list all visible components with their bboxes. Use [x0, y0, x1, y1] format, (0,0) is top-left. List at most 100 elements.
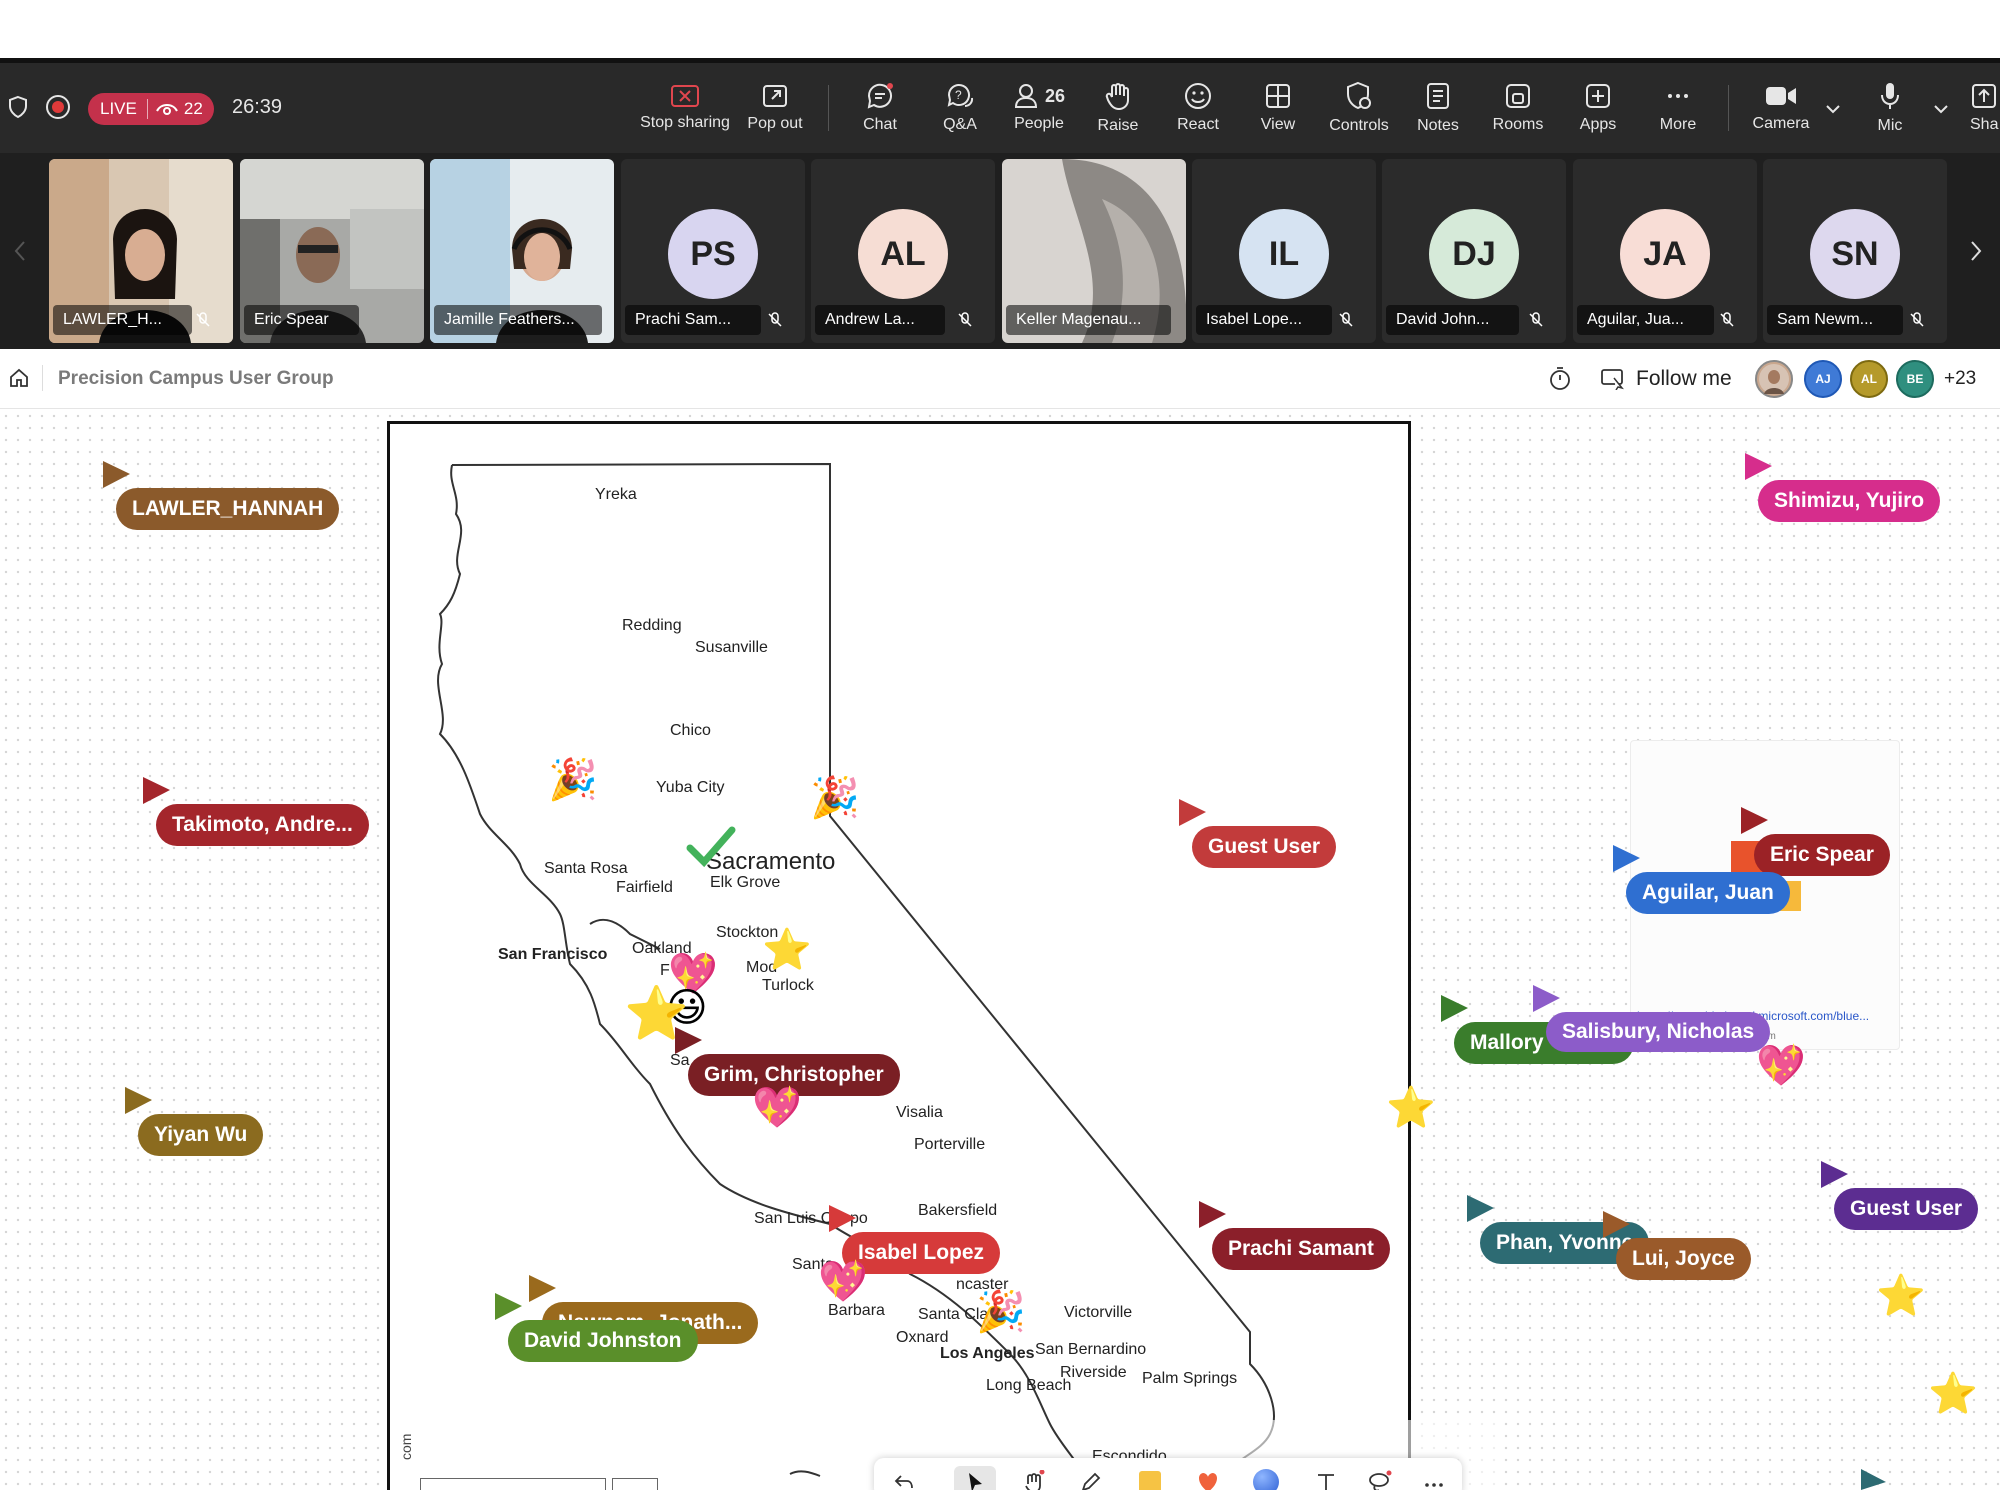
cursor-arrow-icon — [1861, 1469, 1886, 1490]
avatar[interactable]: AL — [1850, 360, 1888, 398]
pen-icon — [1082, 1472, 1101, 1490]
participant-tile[interactable]: DJ David John... — [1382, 159, 1566, 343]
apps-button[interactable]: Apps — [1568, 63, 1628, 153]
apps-label: Apps — [1579, 116, 1617, 133]
reactions-button[interactable] — [1192, 1466, 1224, 1490]
cursor-name: Prachi Samant — [1212, 1228, 1390, 1270]
live-indicator[interactable]: LIVE 22 — [88, 93, 214, 125]
share-button[interactable]: Sha — [1970, 63, 2000, 153]
undo-icon — [894, 1475, 913, 1489]
raise-hand-button[interactable]: Raise — [1088, 63, 1148, 153]
more-collaborators[interactable]: +23 — [1944, 368, 1976, 390]
qa-icon: ? — [947, 84, 974, 108]
shield-icon[interactable] — [4, 93, 32, 121]
checkmark-icon — [686, 826, 736, 868]
view-button[interactable]: View — [1248, 63, 1308, 153]
teams-meeting-window: LIVE 22 26:39 Stop sharing Pop out Chat … — [0, 0, 2000, 1490]
mic-off-icon — [1339, 312, 1353, 327]
avatar[interactable]: BE — [1896, 360, 1934, 398]
cursor-arrow-icon — [1603, 1211, 1630, 1238]
share-icon — [1972, 84, 1996, 108]
timer-icon[interactable] — [1548, 366, 1572, 392]
cursor-arrow-icon — [1745, 453, 1772, 480]
more-button[interactable]: More — [1648, 63, 1708, 153]
mic-button[interactable]: Mic — [1860, 63, 1920, 153]
rooms-label: Rooms — [1492, 116, 1544, 133]
avatar[interactable]: AJ — [1804, 360, 1842, 398]
whiteboard-header: Precision Campus User Group Follow me AJ… — [0, 349, 2000, 409]
react-button[interactable]: React — [1168, 63, 1228, 153]
participant-name: David John... — [1386, 305, 1520, 335]
grid-view-icon — [1266, 84, 1290, 108]
chat-button[interactable]: Chat — [850, 63, 910, 153]
controls-button[interactable]: Controls — [1322, 63, 1396, 153]
participant-tile[interactable]: Eric Spear — [240, 159, 424, 343]
heart-icon: 💖 — [818, 1260, 868, 1304]
avatar: SN — [1810, 209, 1900, 299]
mic-off-icon — [768, 312, 782, 327]
lasso-button[interactable] — [1364, 1466, 1396, 1490]
participant-name: LAWLER_H... — [53, 305, 192, 335]
cursor-name: Salisbury, Nicholas — [1546, 1012, 1771, 1052]
circle-shape-icon — [1253, 1469, 1279, 1490]
toolbar-separator — [828, 85, 829, 131]
city-label: Turlock — [762, 977, 814, 994]
participant-tile[interactable]: LAWLER_H... — [49, 159, 233, 343]
city-label: Santa Rosa — [544, 860, 628, 877]
whiteboard-title: Precision Campus User Group — [58, 368, 334, 389]
pop-out-button[interactable]: Pop out — [740, 63, 810, 153]
participant-tile[interactable]: SN Sam Newm... — [1763, 159, 1947, 343]
participant-tile[interactable]: Keller Magenau... — [1002, 159, 1186, 343]
text-tool-button[interactable] — [1310, 1466, 1342, 1490]
participant-tile[interactable]: Jamille Feathers... — [430, 159, 614, 343]
undo-button[interactable] — [888, 1466, 920, 1490]
participant-name: Jamille Feathers... — [434, 305, 602, 335]
cursor-arrow-icon — [1821, 1161, 1848, 1188]
chevron-down-icon[interactable] — [1824, 100, 1842, 118]
cursor-arrow-icon — [1467, 1195, 1494, 1222]
home-icon[interactable] — [8, 367, 30, 389]
more-icon — [1425, 1483, 1443, 1487]
qa-button[interactable]: ? Q&A — [930, 63, 990, 153]
mic-off-icon — [1529, 312, 1543, 327]
cursor-name: Guest User — [1834, 1188, 1979, 1230]
participant-tile[interactable]: JA Aguilar, Jua... — [1573, 159, 1757, 343]
follow-me-label: Follow me — [1636, 367, 1732, 390]
camera-button[interactable]: Camera — [1748, 63, 1814, 153]
pop-out-label: Pop out — [747, 115, 803, 132]
pen-tool-button[interactable] — [1074, 1466, 1106, 1490]
party-popper-icon: 🎉 — [976, 1290, 1026, 1334]
cursor-arrow-icon — [1179, 799, 1206, 826]
viewer-count: 22 — [148, 99, 203, 119]
stop-sharing-button[interactable]: Stop sharing — [640, 63, 730, 153]
stop-sharing-icon — [671, 85, 699, 107]
record-icon[interactable] — [44, 93, 72, 121]
people-button[interactable]: 26 People — [1004, 63, 1074, 153]
chevron-left-icon[interactable] — [10, 236, 30, 266]
react-label: React — [1177, 116, 1219, 133]
notes-button[interactable]: Notes — [1408, 63, 1468, 153]
avatar: DJ — [1429, 209, 1519, 299]
cursor-arrow-icon — [1613, 845, 1640, 872]
hand-tool-button[interactable] — [1018, 1466, 1050, 1490]
participant-tile[interactable]: PS Prachi Sam... — [621, 159, 805, 343]
select-tool-button[interactable] — [954, 1466, 996, 1490]
participant-tile[interactable]: AL Andrew La... — [811, 159, 995, 343]
shapes-button[interactable] — [1250, 1466, 1282, 1490]
title-area — [0, 0, 2000, 58]
cursor-arrow-icon — [495, 1293, 522, 1320]
chevron-right-icon[interactable] — [1966, 236, 1986, 266]
sticky-note-button[interactable] — [1134, 1466, 1166, 1490]
raise-label: Raise — [1097, 117, 1139, 134]
rooms-button[interactable]: Rooms — [1488, 63, 1548, 153]
chevron-down-icon[interactable] — [1932, 100, 1950, 118]
participant-tile[interactable]: IL Isabel Lope... — [1192, 159, 1376, 343]
city-label: Barbara — [828, 1302, 885, 1319]
participant-name: Keller Magenau... — [1006, 305, 1172, 335]
more-tools-button[interactable] — [1418, 1466, 1450, 1490]
cursor-arrow-icon — [1199, 1201, 1226, 1228]
cursor-arrow-icon — [829, 1205, 856, 1232]
follow-me-button[interactable]: Follow me — [1600, 361, 1732, 397]
pointer-icon — [969, 1473, 982, 1490]
avatar[interactable] — [1755, 360, 1793, 398]
